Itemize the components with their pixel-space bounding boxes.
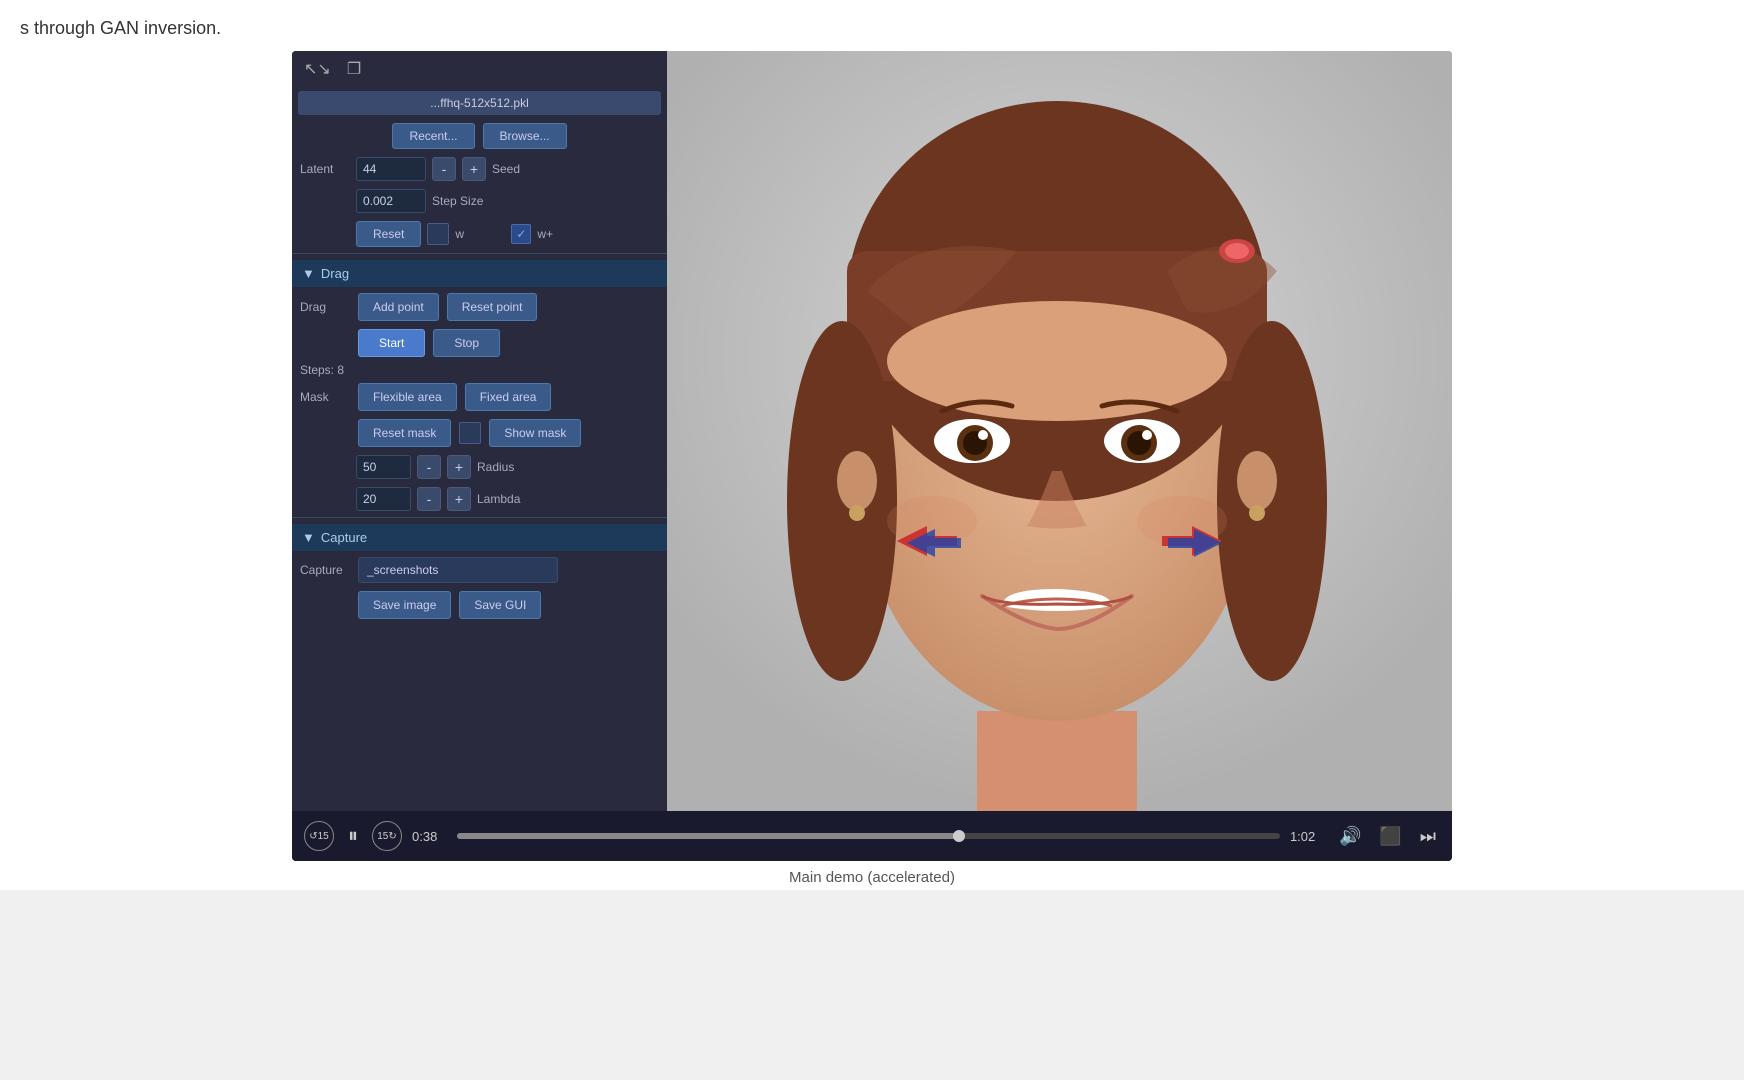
mask-label: Mask	[300, 390, 350, 404]
panel-header-row: ↖↘ ❐	[292, 51, 667, 87]
airplay-button[interactable]: ⬛	[1375, 822, 1405, 851]
lambda-label: Lambda	[477, 492, 527, 506]
show-mask-button[interactable]: Show mask	[489, 419, 581, 447]
reset-mask-button[interactable]: Reset mask	[358, 419, 451, 447]
seed-label: Seed	[492, 162, 542, 176]
seed-plus-button[interactable]: +	[462, 157, 486, 181]
file-path-bar: ...ffhq-512x512.pkl	[298, 91, 661, 115]
drag-section-label: Drag	[321, 266, 349, 281]
drag-controls-row: Drag Add point Reset point	[292, 289, 667, 325]
start-stop-row: Start Stop	[292, 325, 667, 361]
total-time: 1:02	[1290, 829, 1325, 844]
capture-section-header[interactable]: ▼ Capture	[292, 524, 667, 551]
skip-forward-button[interactable]: ⏭	[1416, 822, 1440, 851]
volume-button[interactable]: 🔊	[1335, 822, 1365, 851]
add-point-button[interactable]: Add point	[358, 293, 439, 321]
rewind-icon: ↺15	[309, 831, 329, 842]
reset-button[interactable]: Reset	[356, 221, 421, 247]
mask-row: Mask Flexible area Fixed area	[292, 379, 667, 415]
rewind-button[interactable]: ↺15	[304, 821, 334, 851]
fixed-area-button[interactable]: Fixed area	[465, 383, 552, 411]
drag-section-header[interactable]: ▼ Drag	[292, 260, 667, 287]
face-image	[667, 51, 1452, 811]
latent-label: Latent	[300, 162, 350, 176]
latent-row: Latent - + Seed	[292, 153, 667, 185]
capture-chevron-icon: ▼	[302, 530, 315, 545]
w-label: w	[455, 227, 505, 241]
video-controls-bar: ↺15 ⏸ 15↻ 0:38 1:02	[292, 811, 1452, 861]
reset-point-button[interactable]: Reset point	[447, 293, 538, 321]
flexible-area-button[interactable]: Flexible area	[358, 383, 457, 411]
lambda-plus-button[interactable]: +	[447, 487, 471, 511]
airplay-icon: ⬛	[1379, 826, 1401, 846]
pause-icon: ⏸	[348, 825, 358, 847]
capture-label: Capture	[300, 563, 350, 577]
seed-input[interactable]	[356, 157, 426, 181]
progress-fill	[457, 833, 959, 839]
resize-icon[interactable]: ↖↘	[300, 57, 335, 81]
file-buttons-row: Recent... Browse...	[292, 119, 667, 153]
pause-button[interactable]: ⏸	[344, 821, 362, 852]
recent-button[interactable]: Recent...	[392, 123, 474, 149]
radius-plus-button[interactable]: +	[447, 455, 471, 479]
steps-text: Steps: 8	[292, 361, 667, 379]
capture-row: Capture	[292, 553, 667, 587]
step-size-input[interactable]	[356, 189, 426, 213]
mask-controls-row: Reset mask Show mask	[292, 415, 667, 451]
windows-icon[interactable]: ❐	[343, 57, 365, 81]
show-mask-checkbox[interactable]	[459, 422, 481, 444]
lambda-row: - + Lambda	[292, 483, 667, 515]
reset-row: Reset w ✓ w+	[292, 217, 667, 251]
right-panel	[667, 51, 1452, 811]
w-checked[interactable]: ✓	[511, 224, 531, 244]
radius-minus-button[interactable]: -	[417, 455, 441, 479]
radius-row: - + Radius	[292, 451, 667, 483]
save-gui-button[interactable]: Save GUI	[459, 591, 541, 619]
progress-bar[interactable]	[457, 833, 1280, 839]
capture-section-label: Capture	[321, 530, 367, 545]
drag-chevron-icon: ▼	[302, 266, 315, 281]
current-time: 0:38	[412, 829, 447, 844]
radius-input[interactable]	[356, 455, 411, 479]
start-button[interactable]: Start	[358, 329, 425, 357]
lambda-input[interactable]	[356, 487, 411, 511]
save-image-button[interactable]: Save image	[358, 591, 451, 619]
screenshots-input[interactable]	[358, 557, 558, 583]
drag-label: Drag	[300, 300, 350, 314]
w-checkbox[interactable]	[427, 223, 449, 245]
step-size-row: Step Size	[292, 185, 667, 217]
save-buttons-row: Save image Save GUI	[292, 587, 667, 623]
radius-label: Radius	[477, 460, 527, 474]
left-panel: ↖↘ ❐ ...ffhq-512x512.pkl Recent... Brows…	[292, 51, 667, 811]
seed-minus-button[interactable]: -	[432, 157, 456, 181]
forward-button[interactable]: 15↻	[372, 821, 402, 851]
forward-icon: 15↻	[377, 831, 397, 842]
volume-icon: 🔊	[1339, 826, 1361, 846]
page-title: s through GAN inversion.	[0, 10, 1744, 51]
video-caption: Main demo (accelerated)	[789, 861, 955, 890]
stop-button[interactable]: Stop	[433, 329, 500, 357]
skip-icon: ⏭	[1420, 826, 1436, 846]
browse-button[interactable]: Browse...	[483, 123, 567, 149]
wplus-label: w+	[537, 227, 587, 241]
step-size-label: Step Size	[432, 194, 483, 208]
lambda-minus-button[interactable]: -	[417, 487, 441, 511]
progress-thumb[interactable]	[953, 830, 965, 842]
